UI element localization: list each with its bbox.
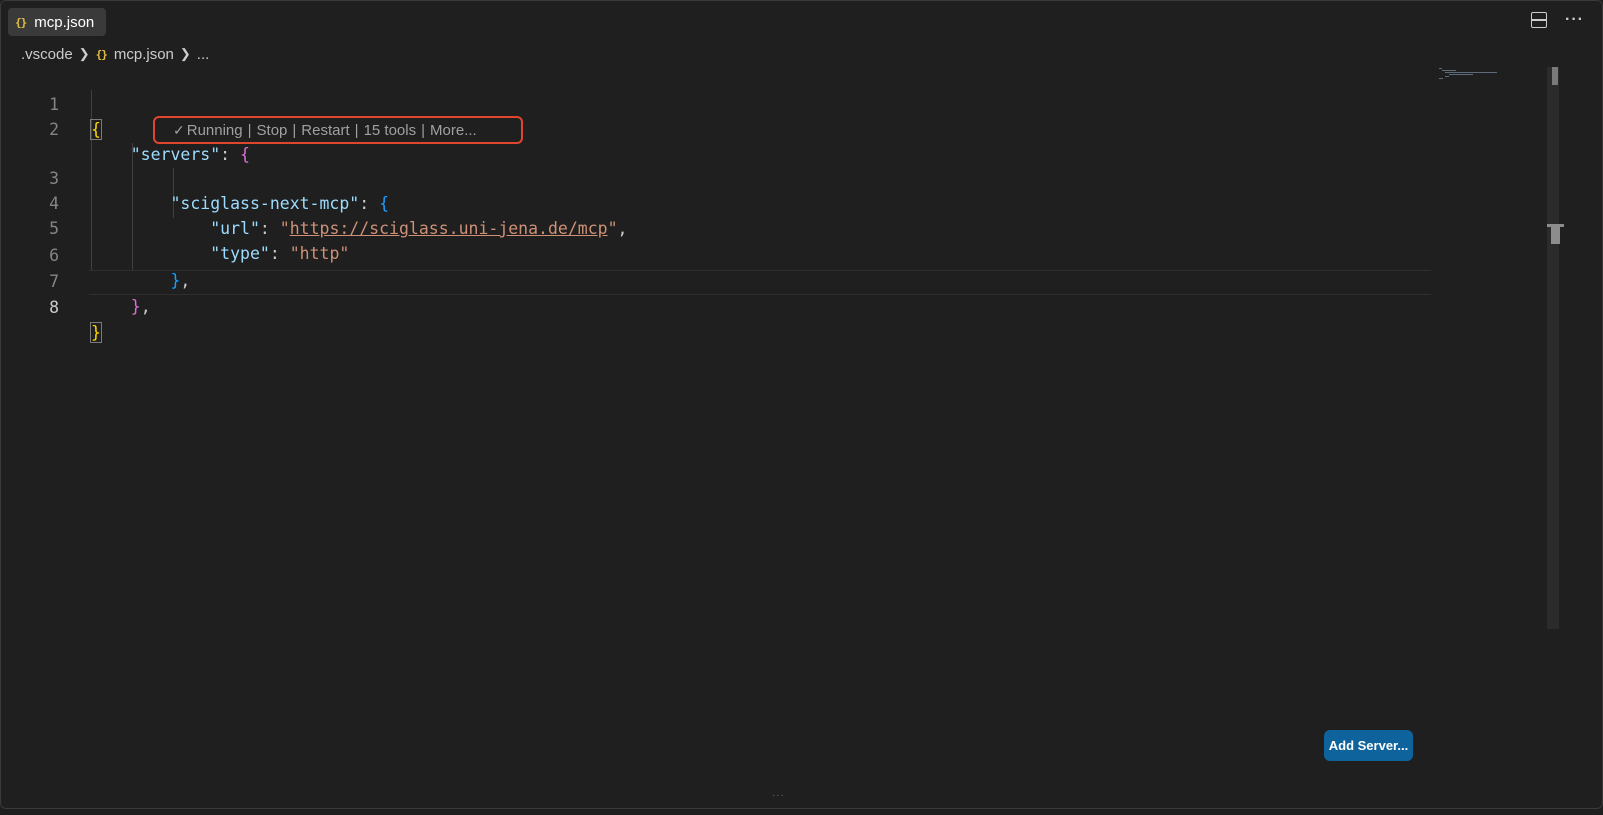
breadcrumb-folder[interactable]: .vscode (21, 46, 73, 63)
code-line: 4 "url": "https://sciglass.uni-jena.de/m… (1, 166, 1431, 238)
codelens-more[interactable]: More... (430, 122, 477, 139)
code-line: 8 } (1, 270, 1431, 343)
add-server-button[interactable]: Add Server... (1324, 730, 1413, 761)
breadcrumb-file[interactable]: mcp.json (114, 46, 174, 63)
code-editor[interactable]: 1 { 2 "servers": { 3 "sciglass-next-mcp"… (1, 65, 1431, 765)
bracket: } (90, 322, 102, 343)
tab-mcp-json[interactable]: {} mcp.json (8, 8, 106, 36)
vertical-scrollbar[interactable] (1547, 67, 1559, 629)
scrollbar-marker (1547, 224, 1564, 244)
editor-window: {} mcp.json ··· .vscode ❯ {} mcp.json ❯ … (0, 0, 1603, 809)
codelens-status[interactable]: Running (187, 122, 243, 139)
split-editor-icon[interactable] (1531, 12, 1548, 28)
minimap-line (1449, 74, 1473, 75)
breadcrumb: .vscode ❯ {} mcp.json ❯ ... (21, 43, 209, 65)
minimap-line (1439, 68, 1442, 69)
code-line: 5 "type": "http" (1, 191, 1431, 263)
minimap-line (1442, 70, 1456, 71)
tab-label: mcp.json (34, 13, 95, 31)
json-braces-icon: {} (15, 15, 27, 29)
punctuation: , (140, 297, 151, 316)
codelens-separator: | (247, 121, 252, 139)
code-line: 6 }, (1, 218, 1431, 290)
bracket: { (90, 119, 102, 140)
code-line: 7 }, (1, 244, 1431, 316)
line-number: 2 (49, 120, 59, 139)
code-line: 3 "sciglass-next-mcp": { (1, 141, 1431, 213)
code-line: 1 { (1, 67, 1431, 140)
more-actions-icon[interactable]: ··· (1565, 12, 1584, 28)
panel-resize-handle[interactable]: ··· (772, 790, 785, 801)
minimap-line (1439, 78, 1443, 79)
codelens-separator: | (354, 121, 359, 139)
breadcrumb-more[interactable]: ... (197, 46, 210, 63)
codelens-tools[interactable]: 15 tools (364, 122, 417, 139)
code-line: 2 "servers": { (1, 92, 1431, 164)
codelens-separator: | (421, 121, 426, 139)
chevron-right-icon: ❯ (179, 46, 191, 61)
scrollbar-thumb[interactable] (1552, 67, 1558, 85)
codelens-separator: | (292, 121, 297, 139)
check-icon: ✓ (173, 121, 185, 138)
minimap-line (1445, 72, 1497, 73)
tab-bar: {} mcp.json ··· (1, 1, 1602, 41)
chevron-right-icon: ❯ (78, 46, 90, 61)
minimap[interactable] (1437, 67, 1497, 87)
codelens-restart[interactable]: Restart (301, 122, 349, 139)
line-number: 8 (49, 298, 59, 317)
minimap-line (1445, 76, 1449, 77)
mcp-server-codelens: ✓ Running | Stop | Restart | 15 tools | … (153, 116, 523, 144)
codelens-stop[interactable]: Stop (257, 122, 288, 139)
editor-actions: ··· (1531, 12, 1584, 28)
json-braces-icon: {} (95, 47, 108, 61)
bracket: } (130, 297, 141, 316)
